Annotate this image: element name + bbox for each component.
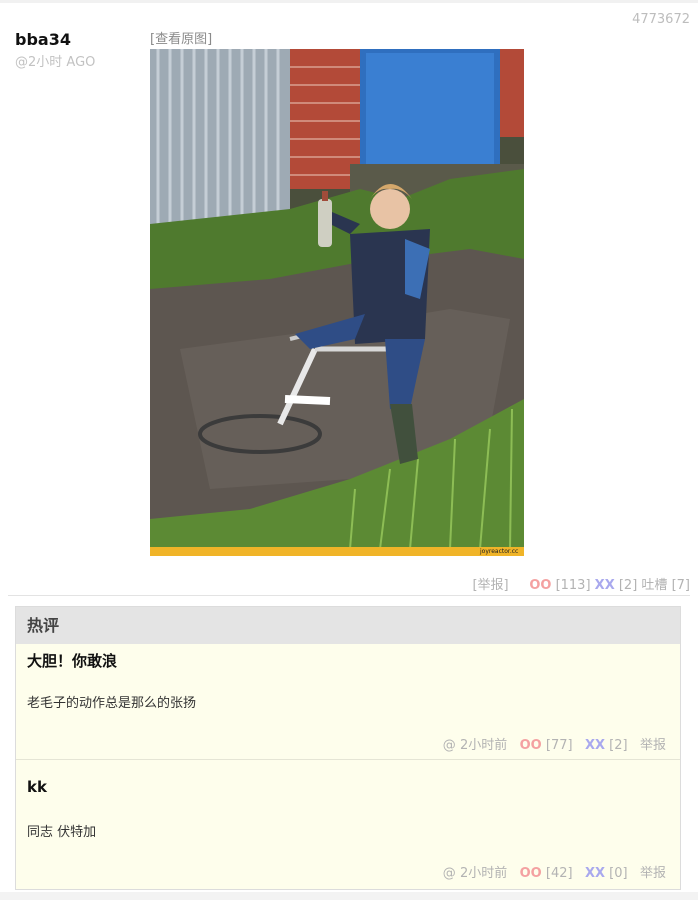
hot-comments-title: 热评 [16,607,680,644]
post-oo-button[interactable]: OO [529,578,551,593]
comment-item: kk 同志 伏特加 @ 2小时前 OO [42] XX [0] 举报 [16,760,680,887]
top-divider [0,0,698,3]
comment-xx-count: [2] [609,738,628,753]
post-oo-count: [113] [555,578,591,593]
comment-oo-count: [77] [545,738,573,753]
post-xx-button[interactable]: XX [595,578,615,593]
post-time: @2小时 AGO [15,55,96,70]
photo-watermark: joyreactor.cc [479,548,518,555]
comment-oo-button[interactable]: OO [520,738,542,753]
comment-meta: @ 2小时前 OO [77] XX [2] 举报 [443,734,666,753]
comment-xx-button[interactable]: XX [585,866,605,881]
comment-at-sign[interactable]: @ [443,866,456,881]
view-original-link[interactable]: [查看原图] [150,28,212,47]
post-id[interactable]: 4773672 [632,12,690,27]
comment-time: 2小时前 [459,738,508,753]
comment-xx-button[interactable]: XX [585,738,605,753]
post-photo[interactable]: joyreactor.cc [150,49,524,556]
comment-text: 老毛子的动作总是那么的张扬 [27,696,197,711]
comment-oo-count: [42] [545,866,573,881]
comment-author[interactable]: kk [27,778,47,796]
comment-meta: @ 2小时前 OO [42] XX [0] 举报 [443,862,666,881]
post-footer: [举报] OO [113] XX [2] 吐槽 [7] [472,574,690,593]
comment-xx-count: [0] [609,866,628,881]
photo-illustration: joyreactor.cc [150,49,524,556]
comment-report-link[interactable]: 举报 [640,738,666,753]
bottom-shade [0,892,698,900]
post-xx-count: [2] [618,578,638,593]
section-divider [8,595,690,596]
comment-oo-button[interactable]: OO [520,866,542,881]
comment-text: 同志 伏特加 [27,825,97,840]
post-tucao-button[interactable]: 吐槽 [641,578,667,593]
comment-author[interactable]: 大胆！你敢浪 [27,650,117,671]
comment-report-link[interactable]: 举报 [640,866,666,881]
comment-at-sign[interactable]: @ [443,738,456,753]
comment-item: 大胆！你敢浪 老毛子的动作总是那么的张扬 @ 2小时前 OO [77] XX [… [16,644,680,760]
post-tucao-count: [7] [671,578,690,593]
comment-time: 2小时前 [459,866,508,881]
post-report-link[interactable]: [举报] [472,578,508,593]
post-author[interactable]: bba34 [15,30,71,49]
hot-comments-panel: 热评 大胆！你敢浪 老毛子的动作总是那么的张扬 @ 2小时前 OO [77] X… [15,606,681,890]
